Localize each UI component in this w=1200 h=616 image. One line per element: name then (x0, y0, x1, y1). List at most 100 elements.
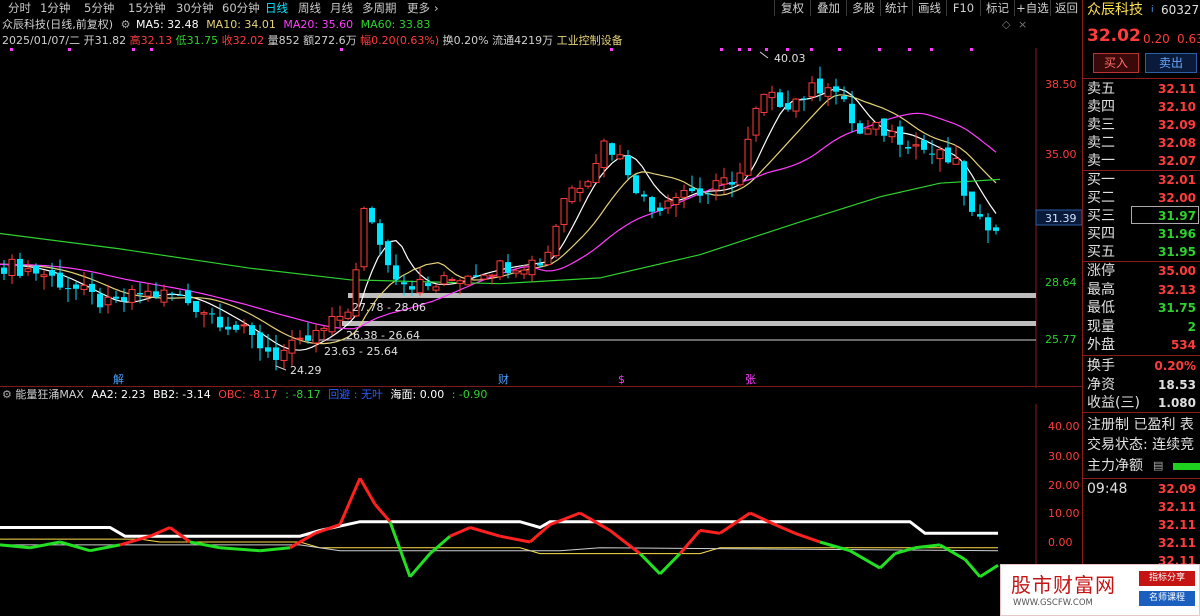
candle-body (705, 193, 711, 195)
selected-bid-highlight (1131, 206, 1199, 224)
peak-leader (759, 51, 769, 59)
candle-body (1, 267, 7, 274)
candle-body (625, 155, 631, 176)
price-tick-4: 28.64 (1045, 276, 1077, 289)
candle-body (425, 282, 431, 287)
f10-button[interactable]: F10 (946, 0, 980, 16)
settings-gear-icon[interactable]: ⚙ (121, 18, 131, 31)
candle-body (641, 194, 647, 197)
info-icon[interactable]: i (1151, 1, 1154, 19)
bb2-value: BB2: -3.14 (153, 388, 211, 401)
ask-level-label: 卖二 (1087, 135, 1115, 151)
candle-body (144, 290, 152, 297)
main-force-bar (1173, 463, 1200, 470)
indicator-name[interactable]: 能量狂涌MAX (15, 388, 84, 401)
indicator-oscillator-segment (219, 546, 261, 553)
quote-stat-label: 收益(三) (1087, 395, 1140, 412)
period-toolbar: 分时 1分钟 5分钟 15分钟 30分钟 60分钟 日线 周线 月线 多周期 更… (0, 0, 1082, 16)
adjust-button[interactable]: 复权 (774, 0, 810, 16)
diamond-icon[interactable]: ◇ (1002, 17, 1010, 33)
period-tab-multi[interactable]: 多周期 (362, 0, 397, 16)
candle-body (633, 175, 639, 194)
indicator-oscillator-segment (449, 526, 471, 538)
candle-body (824, 87, 832, 97)
period-tab-30min[interactable]: 30分钟 (176, 0, 214, 16)
candle-body (33, 265, 39, 274)
candlestick-chart[interactable]: 40.03 24.29 27.78 - 28.06 26.38 - 26.64 … (0, 48, 1082, 388)
candle-body (609, 143, 615, 155)
candle-body (177, 294, 183, 296)
candle-body (720, 177, 728, 185)
ask-level-price: 32.10 (1158, 100, 1196, 114)
overlay-button[interactable]: 叠加 (810, 0, 846, 16)
event-mark-unlock[interactable]: 解 (113, 372, 124, 386)
candle-body (200, 312, 208, 315)
tick-price: 32.11 (1158, 518, 1196, 532)
indicator-chart[interactable]: 40.00 30.00 20.00 10.00 0.00 (0, 404, 1082, 616)
ind-tick-20: 20.00 (1048, 479, 1080, 492)
panel-divider (1083, 355, 1200, 356)
candle-body (320, 327, 328, 331)
avoid-badge: 回避 : 无叶 (328, 388, 383, 401)
registration-line: 注册制 已盈利 表 (1087, 417, 1194, 433)
quote-stat-value: 0.20% (1154, 359, 1196, 373)
list-icon[interactable]: ▤ (1153, 457, 1163, 475)
period-tab-1min[interactable]: 1分钟 (40, 0, 70, 16)
candle-body (121, 297, 127, 302)
period-tab-daily[interactable]: 日线 (265, 0, 288, 16)
bar-open: 开31.82 (83, 34, 127, 47)
candle-body (929, 153, 935, 155)
indicator-oscillator-segment (59, 540, 91, 553)
candle-body (849, 103, 855, 124)
buy-button[interactable]: 买入 (1093, 53, 1139, 73)
candle-body (296, 337, 304, 340)
zone-label-2: 26.38 - 26.64 (346, 329, 420, 342)
tick-price: 32.09 (1158, 482, 1196, 496)
bar-volume: 量852 (267, 34, 300, 47)
draw-line-button[interactable]: 画线 (912, 0, 946, 16)
event-mark-report[interactable]: 财 (498, 372, 509, 386)
period-tab-more[interactable]: 更多 (407, 0, 430, 16)
candle-body (945, 147, 951, 163)
period-tab-fenshi[interactable]: 分时 (8, 0, 31, 16)
event-mark-dividend[interactable]: $ (618, 373, 625, 386)
period-tab-weekly[interactable]: 周线 (298, 0, 321, 16)
candle-body (993, 227, 999, 231)
period-tab-5min[interactable]: 5分钟 (84, 0, 114, 16)
quote-stat-label: 净资 (1087, 376, 1115, 393)
ind-tick-10: 10.00 (1048, 507, 1080, 520)
signal-dot (340, 48, 343, 51)
candle-body (265, 347, 271, 352)
bar-turnover: 换0.20% (442, 34, 489, 47)
candle-body (24, 268, 32, 272)
candle-body (905, 146, 911, 149)
candle-body (240, 324, 248, 327)
candle-body (273, 347, 279, 360)
ask-level-label: 卖一 (1087, 153, 1115, 169)
multi-stock-button[interactable]: 多股 (846, 0, 880, 16)
period-tab-60min[interactable]: 60分钟 (222, 0, 260, 16)
add-watchlist-button[interactable]: +自选 (1014, 0, 1050, 16)
back-button[interactable]: 返回 (1050, 0, 1082, 16)
period-tab-monthly[interactable]: 月线 (330, 0, 353, 16)
mark-button[interactable]: 标记 (980, 0, 1014, 16)
ma10-label: MA10: 34.01 (206, 18, 276, 31)
candle-body (288, 339, 296, 354)
event-mark-limit[interactable]: 张 (745, 373, 756, 386)
quote-stat-label: 最高 (1087, 281, 1115, 298)
candle-body (336, 315, 344, 321)
candle-body (305, 335, 311, 341)
candle-body (496, 260, 504, 278)
stock-code: 60327 (1161, 3, 1200, 17)
close-icon[interactable]: × (1018, 17, 1027, 33)
top-signal-dots (10, 48, 973, 51)
price-tick-5: 25.77 (1045, 333, 1077, 346)
watermark-url: WWW.GSCFW.COM (1013, 598, 1093, 608)
indicator-oscillator-segment (699, 528, 721, 535)
indicator-gear-icon[interactable]: ⚙ (2, 388, 12, 401)
candle-body (969, 191, 975, 212)
sell-button[interactable]: 卖出 (1145, 53, 1197, 73)
statistics-button[interactable]: 统计 (880, 0, 912, 16)
indicator-oscillator-segment (609, 529, 641, 555)
period-tab-15min[interactable]: 15分钟 (128, 0, 166, 16)
